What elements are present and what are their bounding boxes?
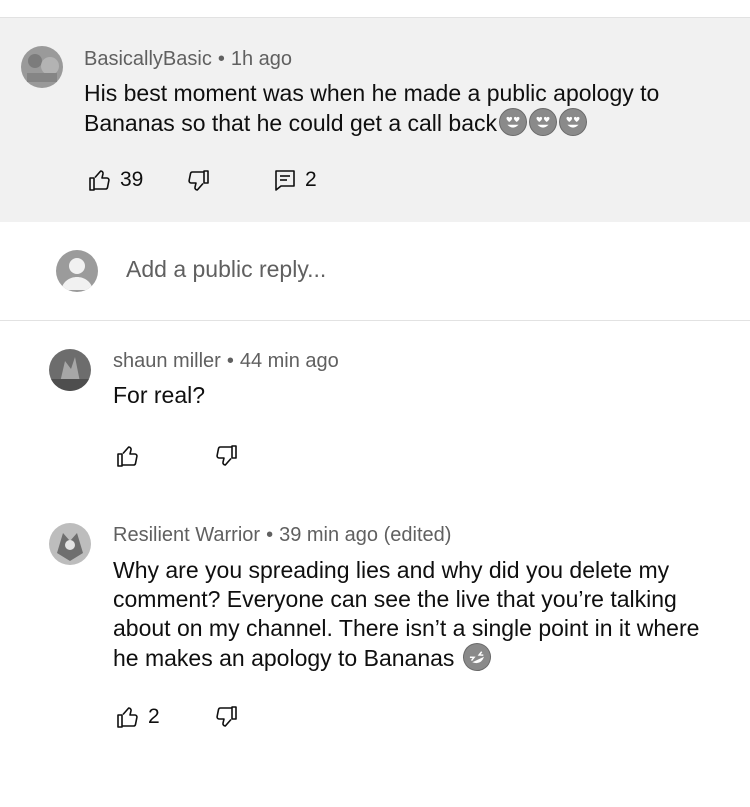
like-button[interactable]: 2 [116,705,160,729]
comment-meta: BasicallyBasic • 1h ago [84,48,292,71]
dislike-button[interactable] [214,705,238,729]
avatar[interactable] [49,349,91,391]
like-count: 39 [120,168,144,191]
comment-meta: Resilient Warrior • 39 min ago (edited) [113,524,451,547]
avatar[interactable] [21,46,63,88]
like-button[interactable]: 39 [88,168,143,192]
author-name[interactable]: Resilient Warrior [113,524,260,546]
rolling-laughing-emoji [458,638,496,676]
comment-text: For real? [113,382,206,408]
like-button[interactable] [116,444,140,468]
comment-meta: shaun miller • 44 min ago [113,350,339,373]
heart-eyes-emoji [499,108,528,136]
heart-eyes-emoji [529,108,558,136]
timestamp: 44 min ago [239,350,339,372]
dislike-button[interactable] [186,169,210,193]
separator: • [266,524,274,546]
reply-count-button[interactable]: 2 [273,168,317,192]
thumbs-up-icon [89,170,110,191]
comment-icon [275,170,295,191]
add-reply-row: Add a public reply... [0,222,750,321]
thumbs-down-icon [216,706,237,727]
top-divider [0,0,750,18]
author-name[interactable]: BasicallyBasic [84,48,212,70]
parent-comment: BasicallyBasic • 1h ago His best moment wa… [0,18,750,222]
like-count: 2 [148,705,160,728]
thumbs-up-icon [117,707,138,728]
timestamp: 1h ago [230,48,293,70]
default-avatar-icon [56,250,98,292]
dislike-button[interactable] [214,444,238,468]
user-avatar [56,250,98,292]
reply-count: 2 [305,168,317,191]
thumbs-down-icon [188,170,209,191]
thumbs-down-icon [216,445,237,466]
comment-text: His best moment was when he made a publi… [84,79,724,138]
separator: • [217,48,225,70]
author-name[interactable]: shaun miller [113,350,221,372]
comment-body: Why are you spreading lies and why did y… [113,557,700,671]
avatar[interactable] [49,523,91,565]
timestamp: 39 min ago (edited) [279,524,452,546]
thumbs-up-icon [117,446,138,467]
reply-input[interactable]: Add a public reply... [126,256,326,283]
heart-eyes-emoji [559,108,588,136]
comment-text: Why are you spreading lies and why did y… [113,556,713,676]
separator: • [226,350,234,372]
